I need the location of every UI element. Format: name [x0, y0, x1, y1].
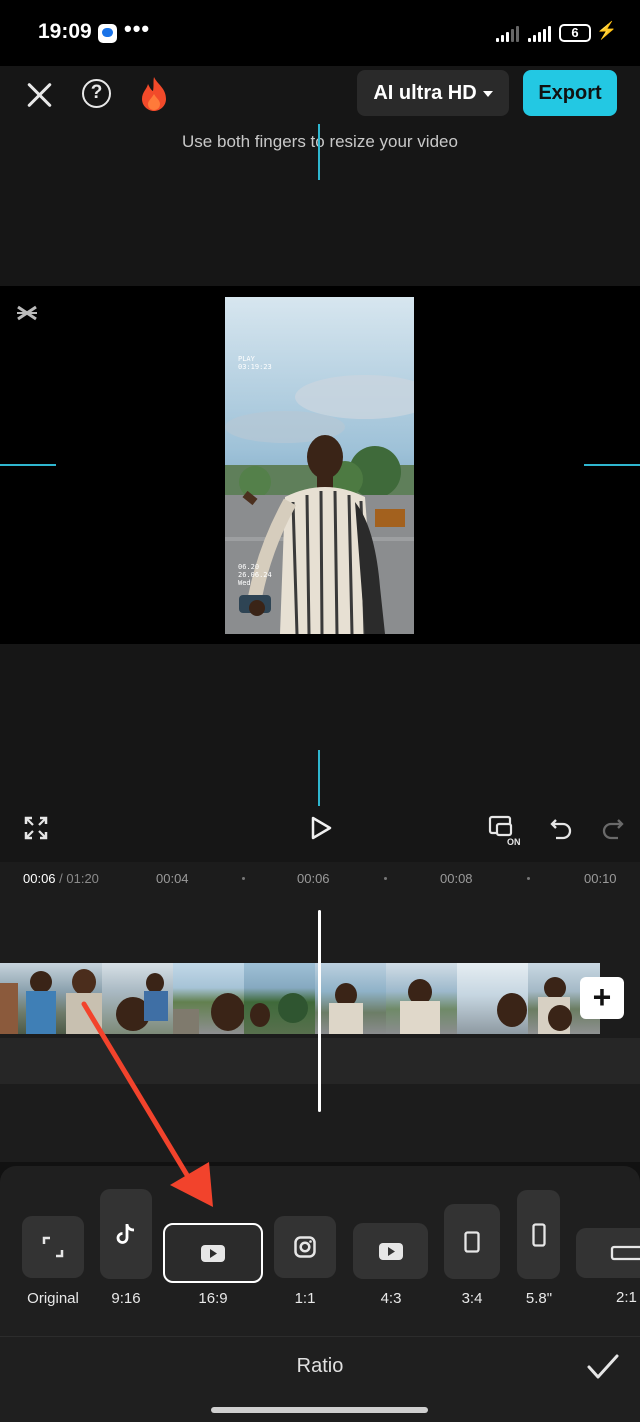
instagram-icon	[274, 1216, 336, 1278]
playback-controls-area: ON	[0, 644, 640, 862]
panel-title: Ratio	[296, 1355, 344, 1377]
home-indicator	[211, 1407, 428, 1413]
video-overlay-text: 26.06.24	[238, 571, 272, 579]
signal-icon	[496, 26, 519, 42]
ruler-tick: 00:08	[440, 871, 473, 886]
charging-icon: ⚡	[596, 21, 618, 40]
resize-hint: Use both fingers to resize your video	[182, 132, 458, 151]
signal-icon	[528, 26, 551, 42]
more-notifications-icon: •••	[124, 16, 151, 41]
ratio-option-label: 2:1	[616, 1289, 637, 1306]
portrait-rect-icon	[444, 1204, 500, 1279]
left-guide-line	[0, 464, 56, 466]
capcut-logo-icon	[17, 305, 37, 321]
preview-on-badge: ON	[507, 837, 521, 846]
playhead[interactable]	[318, 910, 321, 1112]
preview-on-icon[interactable]: ON	[488, 814, 524, 846]
ruler-tick: 00:10	[584, 871, 617, 886]
divider	[0, 1336, 640, 1337]
play-icon[interactable]	[309, 816, 333, 840]
ruler-tick: 00:04	[156, 871, 189, 886]
current-time: 00:06	[23, 871, 56, 886]
video-overlay-text: PLAY	[238, 355, 255, 363]
ratio-option-label: 9:16	[111, 1290, 141, 1307]
video-preview[interactable]: PLAY 03:19:23 06.20 26.06.24 Wed	[0, 286, 640, 644]
ratio-option-label: 4:3	[380, 1290, 402, 1307]
video-overlay-text: 03:19:23	[238, 363, 272, 371]
status-bar: 19:09 ••• 6 ⚡	[0, 0, 640, 66]
youtube-icon	[353, 1223, 428, 1279]
tiktok-icon	[100, 1189, 152, 1279]
quality-label: AI ultra HD	[373, 81, 477, 104]
redo-icon[interactable]	[600, 816, 624, 840]
phone-rect-icon	[517, 1190, 560, 1279]
ruler-tick: 00:06	[297, 871, 330, 886]
close-icon[interactable]	[22, 78, 56, 112]
clip-thumbnail	[244, 963, 315, 1034]
landscape-rect-icon	[576, 1228, 640, 1278]
add-clip-button[interactable]: +	[580, 977, 624, 1019]
fire-icon[interactable]	[139, 76, 169, 112]
caret-down-icon	[482, 91, 493, 97]
clip-thumbnail	[457, 963, 528, 1034]
export-button[interactable]: Export	[523, 70, 617, 116]
center-guide-line	[318, 750, 320, 806]
total-time: / 01:20	[55, 871, 99, 886]
timeline[interactable]: 00:06 / 01:20 00:04 00:06 00:08 00:10	[0, 862, 640, 1162]
center-guide-line	[318, 124, 320, 180]
crop-corners-icon	[22, 1216, 84, 1278]
clip-thumbnail	[315, 963, 386, 1034]
youtube-icon	[163, 1223, 263, 1283]
video-overlay-text: 06.20	[238, 563, 260, 571]
ratio-option-label: 1:1	[294, 1290, 316, 1307]
ratio-option-label: 3:4	[461, 1290, 483, 1307]
confirm-check-icon[interactable]	[586, 1352, 620, 1382]
status-time: 19:09	[38, 20, 92, 43]
message-app-icon	[98, 24, 117, 43]
undo-icon[interactable]	[550, 816, 574, 840]
clip-thumbnail	[173, 963, 244, 1034]
clip-thumbnail	[386, 963, 457, 1034]
quality-dropdown-button[interactable]: AI ultra HD	[357, 70, 509, 116]
editor-top-bar: ? AI ultra HD Export Use both fingers to…	[0, 66, 640, 286]
battery-icon: 6	[559, 24, 591, 42]
battery-level: 6	[571, 25, 579, 40]
right-guide-line	[584, 464, 640, 466]
video-overlay-text: Wed	[238, 579, 251, 587]
clip-thumbnail	[0, 963, 102, 1034]
expand-icon[interactable]	[24, 816, 48, 840]
help-icon[interactable]: ?	[82, 79, 111, 108]
ratio-option-label: Original	[27, 1290, 79, 1307]
timeline-ruler: 00:06 / 01:20 00:04 00:06 00:08 00:10	[0, 862, 640, 894]
video-frame[interactable]: PLAY 03:19:23 06.20 26.06.24 Wed	[225, 297, 414, 634]
clip-thumbnail	[102, 963, 173, 1034]
ratio-option-label: 5.8"	[525, 1290, 553, 1307]
ratio-option-label: 16:9	[198, 1290, 228, 1307]
